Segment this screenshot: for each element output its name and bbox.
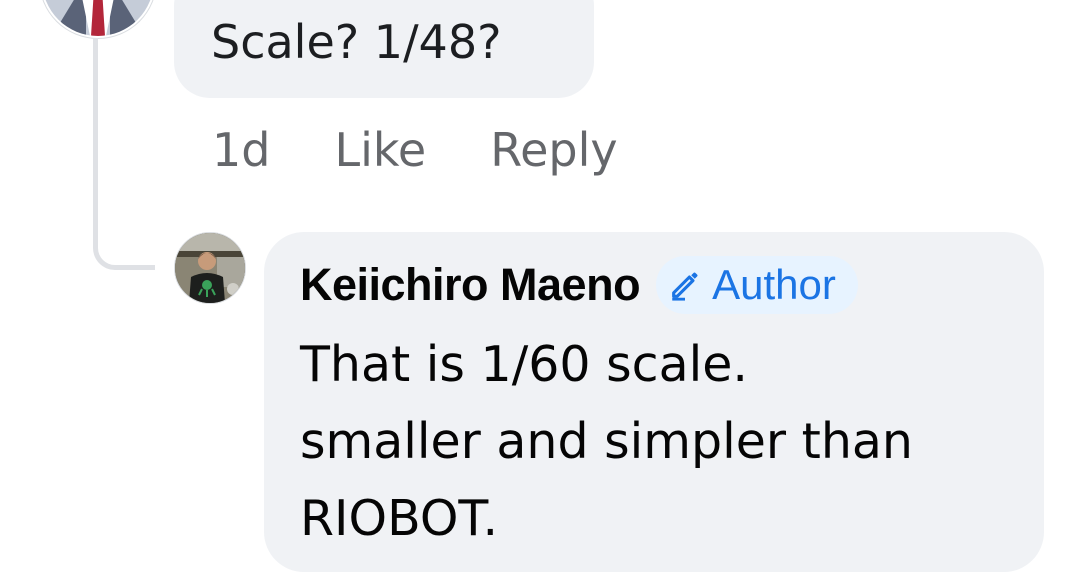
reply-text-line: That is 1/60 scale. <box>300 336 748 393</box>
reply-text: That is 1/60 scale. smaller and simpler … <box>300 326 913 557</box>
comment-bubble[interactable]: Scale? 1/48? <box>174 0 594 98</box>
comment-thread: Scale? 1/48? 1d Like Reply Keiichiro Mae… <box>0 0 1080 587</box>
avatar-photo <box>175 233 245 303</box>
reply-text-line: smaller and simpler than <box>300 413 913 470</box>
reply-author-line: Keiichiro Maeno Author <box>300 256 858 314</box>
reply-bubble[interactable]: Keiichiro Maeno Author That is 1/60 scal… <box>264 232 1044 572</box>
commenter-avatar[interactable] <box>40 0 156 38</box>
thread-connector-line <box>93 38 155 270</box>
avatar-tie <box>91 0 105 36</box>
like-button[interactable]: Like <box>334 123 426 177</box>
author-badge-label: Author <box>712 261 836 308</box>
author-badge: Author <box>656 256 858 314</box>
reply-button[interactable]: Reply <box>490 123 617 177</box>
comment-timestamp[interactable]: 1d <box>212 123 270 177</box>
comment-text: Scale? 1/48? <box>211 15 502 69</box>
comment-actions: 1d Like Reply <box>212 120 618 180</box>
reply-author-name[interactable]: Keiichiro Maeno <box>300 259 641 311</box>
reply-author-avatar[interactable] <box>174 232 246 304</box>
pencil-icon <box>672 272 698 301</box>
reply-text-line: RIOBOT. <box>300 490 499 547</box>
